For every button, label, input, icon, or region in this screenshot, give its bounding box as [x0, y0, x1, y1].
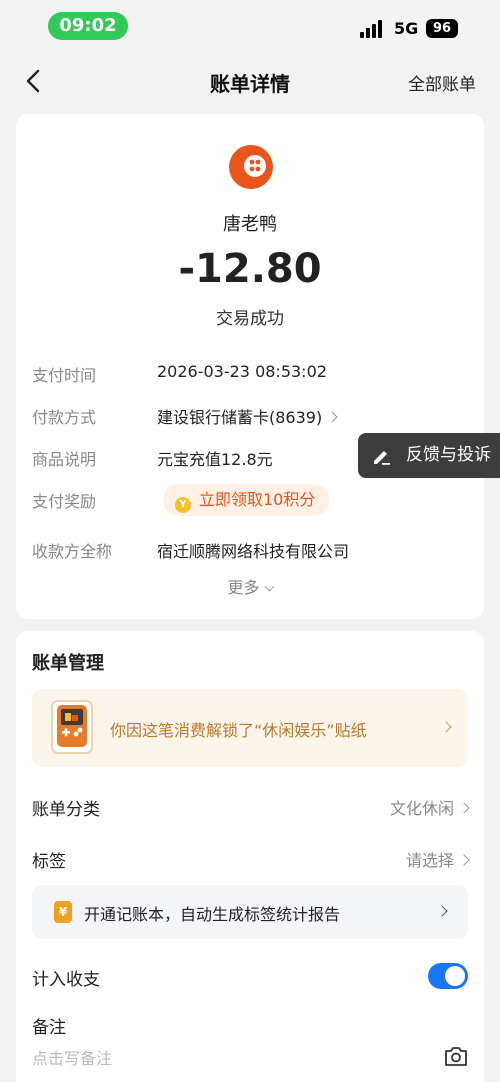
detail-row-payment-method[interactable]: 付款方式 建设银行储蓄卡(8639)	[32, 400, 472, 430]
yuan-icon: ¥	[54, 901, 72, 923]
income-expense-label: 计入收支	[32, 970, 100, 990]
section-title: 账单管理	[32, 653, 104, 674]
tag-label: 标签	[32, 852, 66, 872]
sticker-unlock-banner[interactable]: 你因这笔消费解锁了“休闲娱乐”贴纸	[32, 689, 468, 767]
payment-method-value: 建设银行储蓄卡(8639)	[157, 408, 323, 427]
chevron-right-icon	[440, 721, 452, 733]
transaction-amount: -12.80	[178, 246, 322, 292]
detail-value: 元宝充值12.8元	[157, 450, 273, 469]
ledger-promo-text: 开通记账本，自动生成标签统计报告	[84, 905, 341, 924]
income-expense-row: 计入收支	[32, 961, 468, 991]
income-expense-toggle[interactable]	[428, 963, 468, 989]
more-button[interactable]: 更多	[16, 574, 484, 598]
status-time: 09:02	[48, 12, 128, 40]
transaction-card: 唐老鸭 -12.80 交易成功 支付时间 2026-03-23 08:53:02…	[16, 114, 484, 619]
status-bar: 09:02 5G 96	[0, 0, 500, 56]
note-input[interactable]	[32, 1045, 422, 1071]
note-label: 备注	[32, 1018, 66, 1038]
toggle-knob	[445, 966, 465, 986]
tag-row[interactable]: 标签 请选择	[32, 843, 470, 873]
bill-category-value: 文化休闲	[389, 799, 454, 818]
detail-label: 商品说明	[32, 450, 97, 469]
feedback-complaint-button[interactable]: 反馈与投诉	[358, 433, 500, 478]
signal-icon	[360, 20, 386, 38]
detail-row-reward: 支付奖励 Y 立即领取10积分	[32, 484, 472, 516]
edit-pencil-icon	[374, 451, 390, 465]
detail-value: 2026-03-23 08:53:02	[157, 362, 327, 381]
merchant-logo-icon	[229, 145, 273, 189]
detail-label: 支付时间	[32, 366, 97, 385]
ledger-promo-banner[interactable]: ¥ 开通记账本，自动生成标签统计报告	[32, 885, 468, 939]
transaction-status: 交易成功	[216, 309, 284, 329]
nav-bar: 账单详情 全部账单	[0, 56, 500, 106]
sticker-unlock-text: 你因这笔消费解锁了“休闲娱乐”贴纸	[110, 721, 367, 740]
battery-icon: 96	[426, 19, 458, 38]
bill-management-card: 账单管理 你因这笔消费解锁了“休闲娱乐”贴纸 账单分类 文化休闲 标签 请选择 …	[16, 631, 484, 1082]
detail-row-pay-time: 支付时间 2026-03-23 08:53:02	[32, 358, 472, 388]
detail-label: 支付奖励	[32, 492, 97, 511]
coin-icon: Y	[175, 497, 191, 513]
detail-value: 宿迁顺腾网络科技有限公司	[157, 542, 350, 561]
chevron-down-icon	[264, 581, 274, 592]
claim-points-button[interactable]: Y 立即领取10积分	[163, 484, 330, 516]
detail-label: 付款方式	[32, 408, 97, 427]
merchant-name: 唐老鸭	[223, 214, 277, 235]
chevron-right-icon	[436, 905, 448, 917]
bill-category-row[interactable]: 账单分类 文化休闲	[32, 791, 470, 821]
all-bills-link[interactable]: 全部账单	[408, 70, 476, 95]
bill-category-label: 账单分类	[32, 800, 100, 820]
detail-row-payee: 收款方全称 宿迁顺腾网络科技有限公司	[32, 534, 472, 564]
tag-value: 请选择	[405, 851, 454, 870]
chevron-right-icon	[326, 411, 338, 423]
chevron-right-icon	[458, 854, 470, 866]
gameboy-sticker-icon	[51, 700, 93, 754]
chevron-right-icon	[458, 802, 470, 814]
detail-label: 收款方全称	[32, 542, 113, 561]
network-type: 5G	[394, 19, 419, 38]
camera-icon[interactable]	[444, 1045, 468, 1067]
